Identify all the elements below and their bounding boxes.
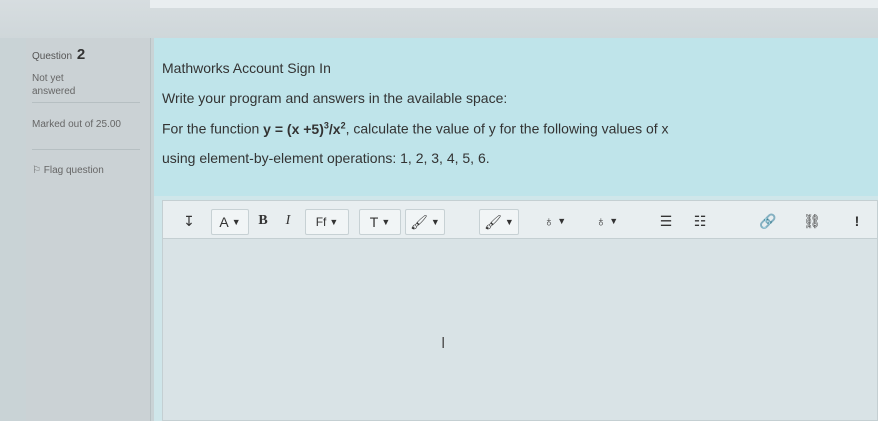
unlink-icon: ⛓: [803, 212, 821, 229]
answer-textarea[interactable]: I: [162, 238, 878, 421]
divider: [32, 102, 140, 103]
brush-icon: 🖌: [410, 213, 428, 230]
brush-icon: 🖌: [484, 213, 502, 230]
prompt-function: For the function y = (x +5)3/x2, calcula…: [162, 120, 669, 137]
font-family-button[interactable]: Ff ▼: [305, 209, 349, 235]
unlink-button[interactable]: ⛓: [799, 209, 825, 233]
question-number: 2: [76, 46, 86, 63]
prompt-instruction: Write your program and answers in the av…: [162, 90, 508, 106]
insert-math-button[interactable]: ♁ ▼: [535, 209, 575, 233]
function-formula: y = (x +5)3/x2: [263, 120, 346, 137]
top-band: [0, 0, 878, 38]
bullet-list-button[interactable]: ☰: [653, 209, 679, 233]
question-status: Not yet answered: [32, 73, 76, 97]
question-marks: Marked out of 25.00: [32, 119, 121, 130]
insert-equation-button[interactable]: ♁ ▼: [587, 209, 627, 233]
text-cursor-icon: I: [441, 335, 446, 352]
question-label: Question 2: [32, 46, 86, 63]
numbered-list-icon: ☷: [693, 212, 707, 229]
font-color-button[interactable]: A ▼: [211, 209, 249, 235]
flag-icon: ⚐: [32, 165, 41, 176]
important-button[interactable]: !: [845, 209, 869, 233]
drop-icon: ♁: [543, 213, 555, 229]
prompt-title: Mathworks Account Sign In: [162, 60, 331, 76]
font-size-button[interactable]: T ▼: [359, 209, 401, 235]
answer-editor: ↧ A ▼ B I Ff ▼ T ▼ 🖌 ▼ 🖌 ▼ ♁ ▼ ♁ ▼ ☰ ☷ 🔗 ⛓ ! I: [154, 196, 878, 421]
bold-button[interactable]: B: [253, 209, 273, 233]
background-color-button[interactable]: 🖌 ▼: [479, 209, 519, 235]
link-button[interactable]: 🔗: [755, 209, 781, 233]
link-icon: 🔗: [759, 212, 777, 229]
bullet-list-icon: ☰: [659, 212, 673, 229]
numbered-list-button[interactable]: ☷: [687, 209, 713, 233]
prompt-values: using element-by-element operations: 1, …: [162, 150, 490, 166]
text-color-button[interactable]: 🖌 ▼: [405, 209, 445, 235]
italic-button[interactable]: I: [279, 209, 297, 233]
top-strip: [150, 0, 878, 8]
divider: [32, 149, 140, 150]
editor-toolbar: ↧ A ▼ B I Ff ▼ T ▼ 🖌 ▼ 🖌 ▼ ♁ ▼ ♁ ▼ ☰ ☷ 🔗 ⛓ !: [162, 200, 878, 239]
question-text: Mathworks Account Sign In Write your pro…: [154, 38, 878, 196]
flag-question-link[interactable]: ⚐ Flag question: [32, 164, 104, 177]
drop-icon: ♁: [595, 213, 607, 229]
question-info-panel: Question 2 Not yet answered Marked out o…: [26, 38, 151, 421]
collapse-toolbar-button[interactable]: ↧: [177, 209, 201, 233]
